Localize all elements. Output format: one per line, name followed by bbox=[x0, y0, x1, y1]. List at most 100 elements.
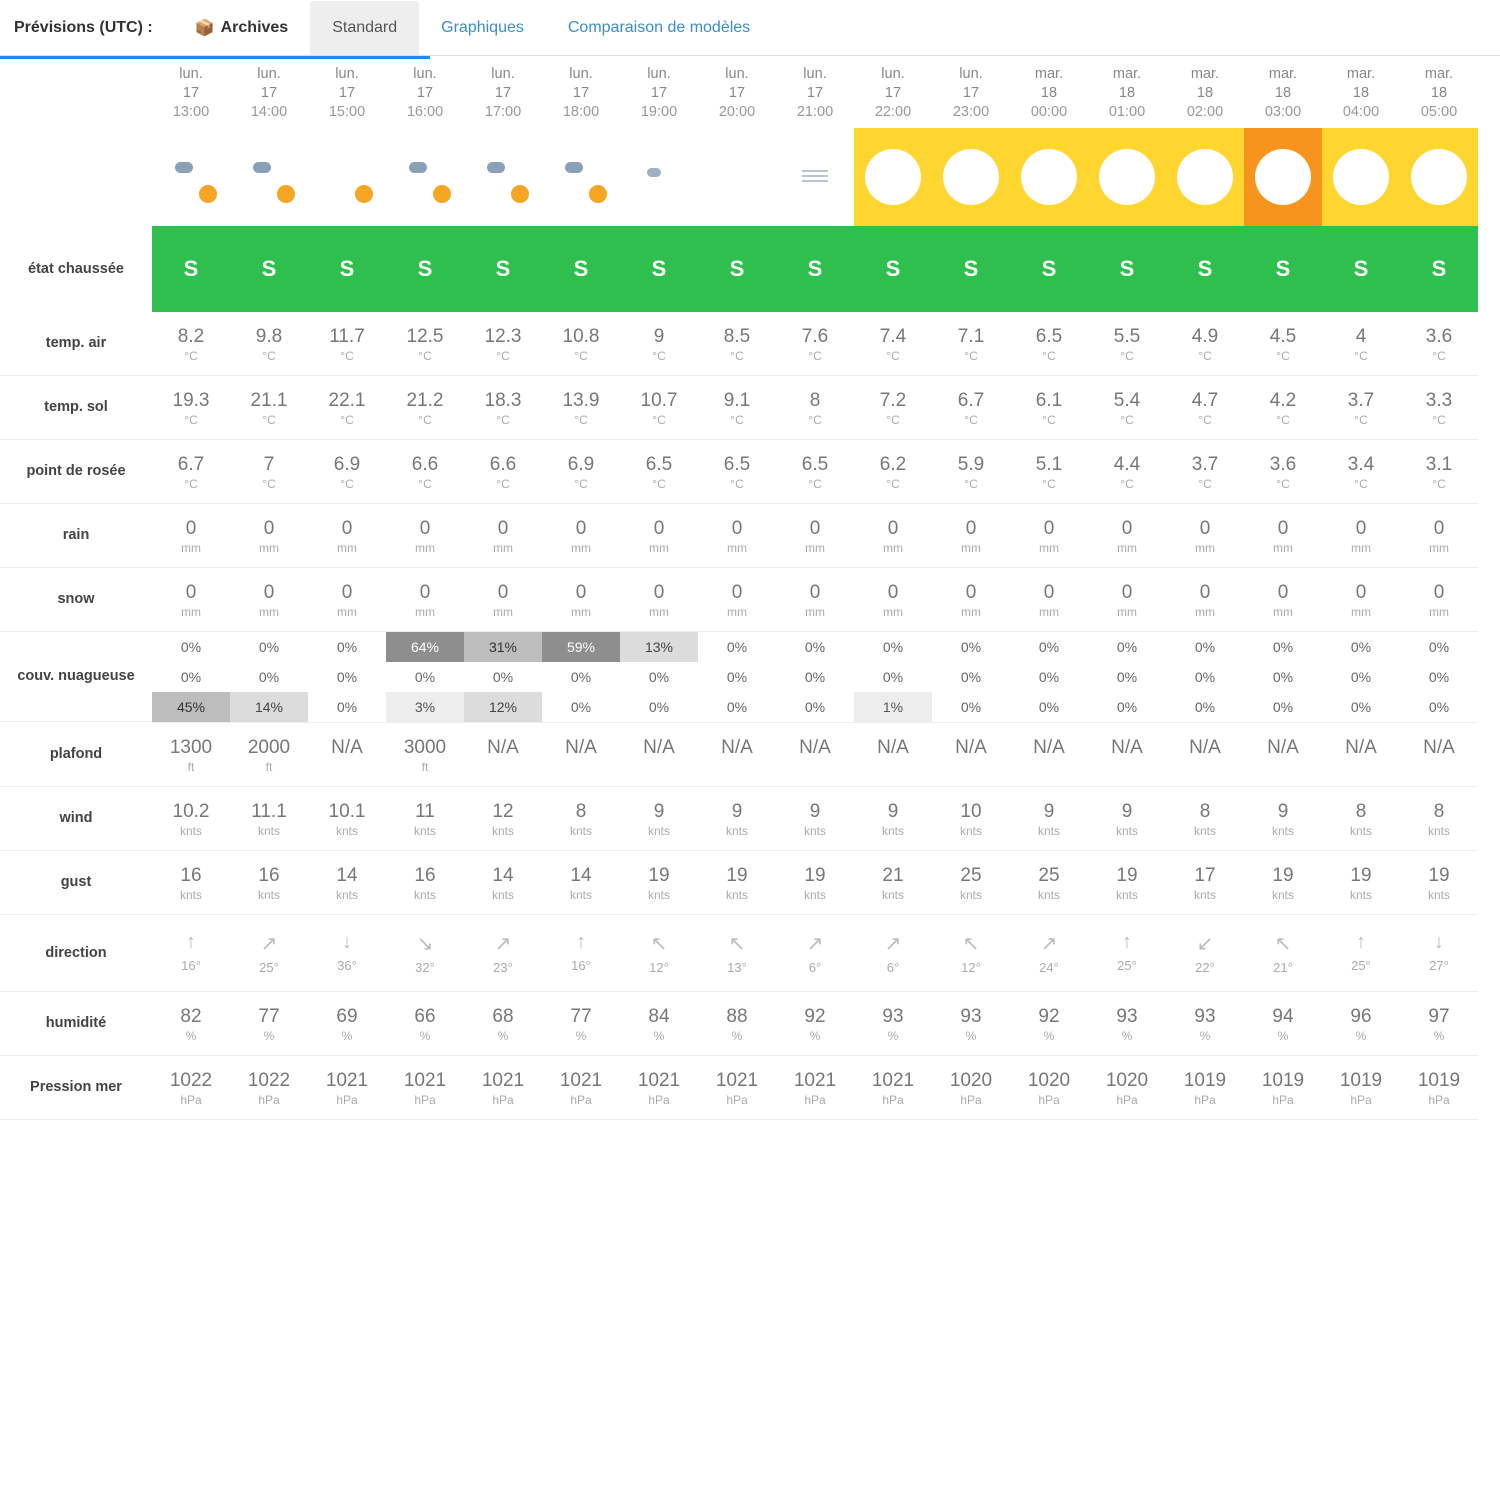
dewpoint-cell: 5.1°C bbox=[1010, 440, 1088, 504]
cloud-mid: 0% bbox=[308, 662, 386, 692]
snow-cell: 0mm bbox=[1010, 568, 1088, 632]
rain-cell: 0mm bbox=[1088, 504, 1166, 568]
rain-cell: 0mm bbox=[230, 504, 308, 568]
rain-cell: 0mm bbox=[1400, 504, 1478, 568]
cloud-high: 0% bbox=[1010, 632, 1088, 662]
row-label-temp_air: temp. air bbox=[0, 312, 152, 376]
tab-comparaison[interactable]: Comparaison de modèles bbox=[546, 1, 772, 55]
pressure-cell: 1020hPa bbox=[1088, 1056, 1166, 1120]
cloud-mid: 0% bbox=[698, 662, 776, 692]
weather-icon bbox=[230, 128, 308, 226]
rain-cell: 0mm bbox=[698, 504, 776, 568]
row-label-wind: wind bbox=[0, 787, 152, 851]
direction-cell: ↑25° bbox=[1088, 915, 1166, 992]
dewpoint-cell: 4.4°C bbox=[1088, 440, 1166, 504]
temp_air-cell: 8.2°C bbox=[152, 312, 230, 376]
gust-cell: 19knts bbox=[1088, 851, 1166, 915]
cloud-cell: 0%0%0% bbox=[1322, 632, 1400, 723]
temp_sol-cell: 4.7°C bbox=[1166, 376, 1244, 440]
direction-cell: ↗6° bbox=[854, 915, 932, 992]
column-header: mar.1801:00 bbox=[1088, 59, 1166, 128]
humidity-cell: 77% bbox=[230, 992, 308, 1056]
ceiling-cell: N/A bbox=[308, 723, 386, 787]
gust-cell: 16knts bbox=[152, 851, 230, 915]
gust-cell: 21knts bbox=[854, 851, 932, 915]
humidity-cell: 77% bbox=[542, 992, 620, 1056]
cloud-mid: 0% bbox=[464, 662, 542, 692]
snow-cell: 0mm bbox=[542, 568, 620, 632]
cloud-high: 0% bbox=[152, 632, 230, 662]
wind-cell: 8knts bbox=[1322, 787, 1400, 851]
cloud-mid: 0% bbox=[1166, 662, 1244, 692]
humidity-cell: 88% bbox=[698, 992, 776, 1056]
tab-archives[interactable]: 📦 Archives bbox=[173, 0, 311, 56]
column-header: mar.1803:00 bbox=[1244, 59, 1322, 128]
ceiling-cell: N/A bbox=[1400, 723, 1478, 787]
direction-cell: ↗25° bbox=[230, 915, 308, 992]
humidity-cell: 97% bbox=[1400, 992, 1478, 1056]
cloud-cell: 0%0%1% bbox=[854, 632, 932, 723]
temp_air-cell: 10.8°C bbox=[542, 312, 620, 376]
cloud-cell: 0%0%0% bbox=[308, 632, 386, 723]
ceiling-cell: N/A bbox=[1322, 723, 1400, 787]
rain-cell: 0mm bbox=[464, 504, 542, 568]
cloud-high: 0% bbox=[1244, 632, 1322, 662]
row-label-dewpoint: point de rosée bbox=[0, 440, 152, 504]
gust-cell: 14knts bbox=[464, 851, 542, 915]
wind-cell: 9knts bbox=[1088, 787, 1166, 851]
cloud-high: 0% bbox=[1400, 632, 1478, 662]
weather-icon bbox=[620, 128, 698, 226]
direction-cell: ↘32° bbox=[386, 915, 464, 992]
cloud-cell: 13%0%0% bbox=[620, 632, 698, 723]
dewpoint-cell: 6.9°C bbox=[308, 440, 386, 504]
cloud-high: 0% bbox=[698, 632, 776, 662]
cloud-mid: 0% bbox=[230, 662, 308, 692]
cloud-cell: 0%0%0% bbox=[1010, 632, 1088, 723]
cloud-cell: 0%0%14% bbox=[230, 632, 308, 723]
header-spacer bbox=[0, 59, 152, 128]
ceiling-cell: N/A bbox=[932, 723, 1010, 787]
tab-bar: Prévisions (UTC) : 📦 Archives Standard G… bbox=[0, 0, 1500, 56]
weather-icon bbox=[308, 128, 386, 226]
wind-cell: 10.2knts bbox=[152, 787, 230, 851]
dewpoint-cell: 6.2°C bbox=[854, 440, 932, 504]
cloud-cell: 0%0%45% bbox=[152, 632, 230, 723]
ceiling-cell: 3000ft bbox=[386, 723, 464, 787]
wind-cell: 8knts bbox=[1166, 787, 1244, 851]
ceiling-cell: 2000ft bbox=[230, 723, 308, 787]
pressure-cell: 1019hPa bbox=[1400, 1056, 1478, 1120]
archive-icon: 📦 bbox=[195, 18, 215, 38]
temp_sol-cell: 19.3°C bbox=[152, 376, 230, 440]
tab-standard[interactable]: Standard bbox=[310, 1, 419, 55]
weather-icon bbox=[1010, 128, 1088, 226]
cloud-mid: 0% bbox=[932, 662, 1010, 692]
humidity-cell: 93% bbox=[854, 992, 932, 1056]
road-state-cell: S bbox=[854, 226, 932, 312]
dewpoint-cell: 3.4°C bbox=[1322, 440, 1400, 504]
cloud-high: 0% bbox=[1088, 632, 1166, 662]
rain-cell: 0mm bbox=[1244, 504, 1322, 568]
pressure-cell: 1019hPa bbox=[1322, 1056, 1400, 1120]
cloud-high: 0% bbox=[1322, 632, 1400, 662]
ceiling-cell: N/A bbox=[1088, 723, 1166, 787]
cloud-low: 0% bbox=[1400, 692, 1478, 722]
ceiling-cell: N/A bbox=[1244, 723, 1322, 787]
pressure-cell: 1020hPa bbox=[932, 1056, 1010, 1120]
humidity-cell: 93% bbox=[1166, 992, 1244, 1056]
humidity-cell: 96% bbox=[1322, 992, 1400, 1056]
tab-graphiques[interactable]: Graphiques bbox=[419, 1, 546, 55]
cloud-low: 0% bbox=[932, 692, 1010, 722]
road-state-cell: S bbox=[152, 226, 230, 312]
row-label-ceiling: plafond bbox=[0, 723, 152, 787]
column-header: lun.1715:00 bbox=[308, 59, 386, 128]
column-header: lun.1723:00 bbox=[932, 59, 1010, 128]
cloud-high: 13% bbox=[620, 632, 698, 662]
cloud-low: 0% bbox=[1010, 692, 1088, 722]
cloud-high: 0% bbox=[230, 632, 308, 662]
direction-cell: ↖21° bbox=[1244, 915, 1322, 992]
cloud-low: 0% bbox=[1322, 692, 1400, 722]
wind-cell: 8knts bbox=[542, 787, 620, 851]
cloud-high: 0% bbox=[308, 632, 386, 662]
gust-cell: 19knts bbox=[620, 851, 698, 915]
cloud-high: 0% bbox=[1166, 632, 1244, 662]
